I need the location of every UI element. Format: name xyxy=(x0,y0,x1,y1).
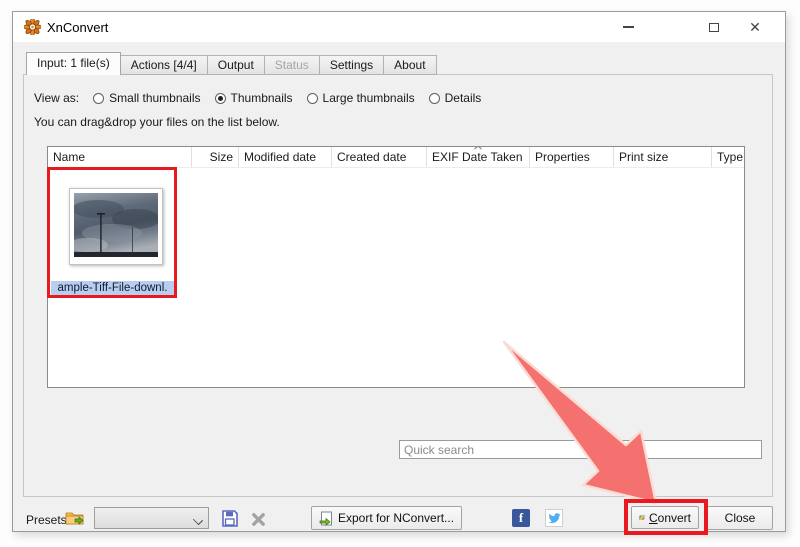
radio-icon xyxy=(307,93,318,104)
facebook-icon[interactable]: f xyxy=(512,509,530,527)
x-delete-icon xyxy=(251,512,266,527)
thumbnail-frame xyxy=(69,188,163,265)
column-header-type[interactable]: Type xyxy=(712,147,744,167)
radio-label: Thumbnails xyxy=(231,91,293,105)
radio-small-thumbnails[interactable]: Small thumbnails xyxy=(93,91,200,105)
save-preset-button[interactable] xyxy=(219,509,239,528)
radio-selected-icon xyxy=(215,93,226,104)
floppy-save-icon xyxy=(221,510,238,527)
radio-label: Large thumbnails xyxy=(323,91,415,105)
load-preset-folder-button[interactable] xyxy=(63,507,87,528)
twitter-icon[interactable] xyxy=(545,509,563,527)
view-as-group: View as: Small thumbnails Thumbnails Lar… xyxy=(34,91,481,105)
sort-ascending-icon xyxy=(474,147,483,150)
column-header-size[interactable]: Size xyxy=(192,147,239,167)
tab-input[interactable]: Input: 1 file(s) xyxy=(26,52,121,75)
file-name-label: ample-Tiff-File-downl. xyxy=(51,281,174,296)
twitter-bird xyxy=(548,513,561,524)
window-title: XnConvert xyxy=(47,20,108,35)
column-header-exif-date-taken[interactable]: EXIF Date Taken xyxy=(427,147,530,167)
tab-settings[interactable]: Settings xyxy=(320,55,384,75)
close-window-button[interactable]: ✕ xyxy=(735,12,775,42)
minimize-icon xyxy=(623,26,634,28)
convert-button[interactable]: Convert xyxy=(631,506,699,529)
tab-about[interactable]: About xyxy=(384,55,436,75)
list-item-selected-file[interactable]: ample-Tiff-File-downl. xyxy=(51,171,174,295)
export-for-nconvert-button[interactable]: Export for NConvert... xyxy=(311,506,462,530)
column-header-name[interactable]: Name xyxy=(48,147,192,167)
close-label: Close xyxy=(725,511,756,525)
export-label: Export for NConvert... xyxy=(338,511,454,525)
quick-search-input[interactable] xyxy=(399,440,762,459)
radio-icon xyxy=(429,93,440,104)
facebook-f: f xyxy=(519,510,523,526)
close-icon: ✕ xyxy=(749,19,761,36)
tab-bar: Input: 1 file(s) Actions [4/4] Output St… xyxy=(26,53,437,75)
xnconvert-window: XnConvert ✕ Input: 1 file(s) Actions [4/… xyxy=(12,11,786,532)
radio-large-thumbnails[interactable]: Large thumbnails xyxy=(307,91,415,105)
column-header-created-date[interactable]: Created date xyxy=(332,147,427,167)
close-button[interactable]: Close xyxy=(707,506,773,530)
convert-images-icon xyxy=(639,511,645,524)
screenshot-stage: XnConvert ✕ Input: 1 file(s) Actions [4/… xyxy=(0,0,800,547)
radio-label: Details xyxy=(445,91,482,105)
dragdrop-hint: You can drag&drop your files on the list… xyxy=(34,115,280,129)
preset-select[interactable] xyxy=(94,507,209,529)
tab-status: Status xyxy=(265,55,320,75)
view-as-label: View as: xyxy=(34,91,79,105)
xnconvert-logo-icon xyxy=(24,19,41,35)
column-header-properties[interactable]: Properties xyxy=(530,147,614,167)
cloudy-sky-thumbnail-image xyxy=(74,193,158,257)
title-bar: XnConvert ✕ xyxy=(13,12,785,42)
column-header-modified-date[interactable]: Modified date xyxy=(239,147,332,167)
radio-thumbnails[interactable]: Thumbnails xyxy=(215,91,293,105)
radio-label: Small thumbnails xyxy=(109,91,200,105)
delete-preset-button[interactable] xyxy=(249,511,267,528)
tab-output[interactable]: Output xyxy=(208,55,265,75)
radio-icon xyxy=(93,93,104,104)
export-page-icon xyxy=(319,511,334,526)
minimize-button[interactable] xyxy=(608,12,648,42)
folder-open-icon xyxy=(65,510,85,526)
radio-details[interactable]: Details xyxy=(429,91,482,105)
column-header-print-size[interactable]: Print size xyxy=(614,147,712,167)
list-header: Name Size Modified date Created date EXI… xyxy=(48,147,744,168)
chevron-down-icon xyxy=(193,515,203,525)
maximize-button[interactable] xyxy=(694,12,734,42)
convert-label: Convert xyxy=(649,511,691,525)
tab-actions[interactable]: Actions [4/4] xyxy=(121,55,208,75)
maximize-icon xyxy=(709,23,719,32)
